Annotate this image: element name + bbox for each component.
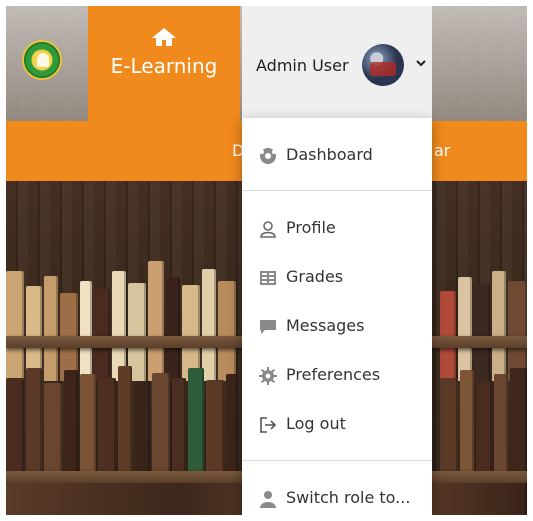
menu-item-switch-role[interactable]: Switch role to... [242,480,432,515]
grades-icon [260,271,276,285]
avatar [362,44,404,86]
menu-item-label: Grades [286,267,344,286]
logout-icon [260,417,277,433]
user-switch-icon [260,491,276,508]
menu-item-messages[interactable]: Messages [242,308,432,346]
menu-item-label: Messages [286,316,365,335]
menu-item-label: Switch role to... [286,488,411,507]
menu-item-profile[interactable]: Profile [242,210,432,248]
menu-item-grades[interactable]: Grades [242,259,432,297]
menu-item-logout[interactable]: Log out [242,406,432,444]
menu-divider [242,190,432,191]
home-icon [152,28,176,46]
menu-item-preferences[interactable]: Preferences [242,357,432,395]
gear-icon [259,367,277,385]
menu-item-dashboard[interactable]: Dashboard [242,137,432,175]
menu-divider [242,460,432,461]
user-dropdown-menu: Dashboard Profile Grades Messages Prefer… [242,118,432,515]
message-icon [260,320,276,334]
menu-item-label: Profile [286,218,336,237]
user-icon [260,221,276,238]
menu-item-label: Dashboard [286,145,373,164]
app-frame: E-Learning D ar Admin User Dashboard Pro… [6,6,527,515]
menu-item-label: Log out [286,414,346,433]
user-name: Admin User [256,56,349,75]
institution-logo[interactable] [22,40,62,80]
chevron-down-icon [416,60,426,67]
home-nav-button[interactable]: E-Learning [88,6,240,121]
brand-label: E-Learning [110,54,218,78]
user-menu-toggle[interactable]: Admin User [242,6,432,118]
dashboard-icon [260,148,276,164]
menu-item-label: Preferences [286,365,381,384]
band-text-fragment: ar [434,141,451,160]
